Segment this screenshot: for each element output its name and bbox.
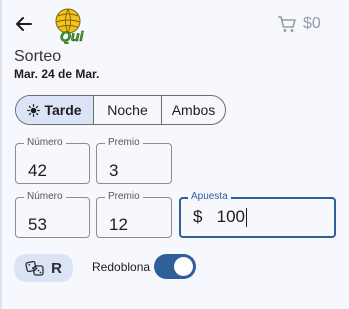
toggle-knob [174,257,193,276]
draw-title: Sorteo [14,48,62,65]
number-label: Número [24,191,66,203]
number-label: Número [24,137,66,149]
number-value: 53 [28,215,47,234]
segment-noche[interactable]: Noche [94,96,162,124]
number-field-1[interactable]: Número 42 [15,137,90,184]
segment-label: Ambos [171,102,216,118]
bet-value-wrap: $ 100 [193,207,248,228]
prize-field-2[interactable]: Premio 12 [96,191,172,238]
chip-letter: R [51,259,62,277]
bet-label: Apuesta [188,191,231,203]
svg-text:Qui: Qui [60,28,84,44]
currency-symbol: $ [193,207,203,226]
app-logo: Qui [51,6,93,44]
segment-label: Noche [107,102,148,118]
left-divider [0,0,2,309]
random-chip[interactable]: R [14,254,73,282]
arrow-left-icon[interactable] [14,14,34,34]
redoblona-label: Redoblona [92,260,151,274]
balance-amount: $0 [303,15,321,32]
number-field-2[interactable]: Número 53 [15,191,90,238]
segment-tarde[interactable]: Tarde [16,96,94,124]
top-bar: Qui $0 [0,0,349,46]
draw-date: Mar. 24 de Mar. [14,67,100,81]
draw-time-selector: Tarde Noche Ambos [15,95,226,125]
prize-label: Premio [105,191,143,203]
prize-value: 3 [109,161,119,180]
prize-value: 12 [109,215,128,234]
cart-icon[interactable] [277,15,297,33]
segment-label: Tarde [44,102,82,118]
sun-icon [27,103,41,117]
text-caret [246,208,248,228]
prize-label: Premio [105,137,143,149]
number-value: 42 [28,161,47,180]
redoblona-toggle[interactable] [154,254,196,279]
segment-ambos[interactable]: Ambos [162,96,225,124]
bet-value: 100 [216,207,246,226]
bet-input[interactable]: Apuesta $ 100 [179,191,336,238]
dice-icon [25,260,44,276]
prize-field-1[interactable]: Premio 3 [96,137,172,184]
